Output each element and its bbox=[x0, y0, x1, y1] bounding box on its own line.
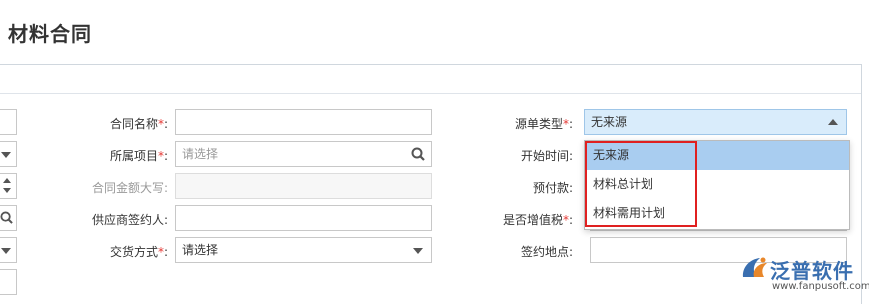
stepper-down-icon bbox=[3, 188, 11, 193]
delivery-placeholder: 请选择 bbox=[182, 243, 219, 257]
contract-name-input[interactable] bbox=[175, 109, 432, 135]
supplier-signer-label: 供应商签约人: bbox=[91, 213, 168, 227]
source-type-select[interactable]: 无来源 bbox=[584, 109, 847, 135]
chevron-up-icon bbox=[828, 119, 838, 125]
supplier-signer-input[interactable] bbox=[175, 205, 432, 231]
source-type-dropdown: 无来源 材料总计划 材料需用计划 bbox=[584, 140, 850, 230]
sign-place-label: 签约地点: bbox=[520, 245, 573, 259]
source-type-value: 无来源 bbox=[591, 115, 628, 129]
left-stepper-stub[interactable] bbox=[0, 173, 17, 199]
fanpu-logo: 泛普软件 www.fanpusoft.com bbox=[738, 253, 869, 298]
panel-header bbox=[0, 65, 861, 94]
prepayment-label: 预付款: bbox=[532, 181, 573, 195]
left-select-stub-2[interactable] bbox=[0, 237, 17, 263]
project-label: 所属项目*: bbox=[109, 149, 168, 163]
left-select-stub[interactable] bbox=[0, 141, 17, 167]
left-field-stub[interactable] bbox=[0, 109, 17, 135]
stepper-up-icon bbox=[3, 178, 11, 183]
search-icon bbox=[0, 211, 13, 224]
delivery-method-label: 交货方式*: bbox=[109, 245, 168, 259]
amount-upper-input bbox=[175, 173, 432, 199]
search-icon[interactable] bbox=[411, 147, 425, 161]
dropdown-option-master-plan[interactable]: 材料总计划 bbox=[585, 170, 849, 199]
chevron-down-icon bbox=[1, 152, 11, 158]
amount-upper-label: 合同金额大写: bbox=[91, 181, 168, 195]
chevron-down-icon bbox=[413, 248, 423, 254]
project-select[interactable]: 请选择 bbox=[175, 141, 432, 167]
vat-label: 是否增值税*: bbox=[502, 213, 573, 227]
start-time-label: 开始时间: bbox=[520, 149, 573, 163]
chevron-down-icon bbox=[1, 248, 11, 254]
page-title: 材料合同 bbox=[8, 22, 92, 46]
source-type-label: 源单类型*: bbox=[514, 117, 573, 131]
dropdown-option-none[interactable]: 无来源 bbox=[585, 141, 849, 170]
project-placeholder: 请选择 bbox=[182, 147, 219, 161]
left-search-stub[interactable] bbox=[0, 205, 17, 231]
dropdown-option-demand-plan[interactable]: 材料需用计划 bbox=[585, 199, 849, 228]
left-field-stub-2[interactable] bbox=[0, 269, 17, 295]
logo-url: www.fanpusoft.com bbox=[772, 281, 869, 292]
logo-mark-icon bbox=[742, 257, 767, 277]
delivery-method-select[interactable]: 请选择 bbox=[175, 237, 432, 263]
contract-name-label: 合同名称*: bbox=[109, 117, 168, 131]
logo-name: 泛普软件 bbox=[770, 259, 854, 283]
